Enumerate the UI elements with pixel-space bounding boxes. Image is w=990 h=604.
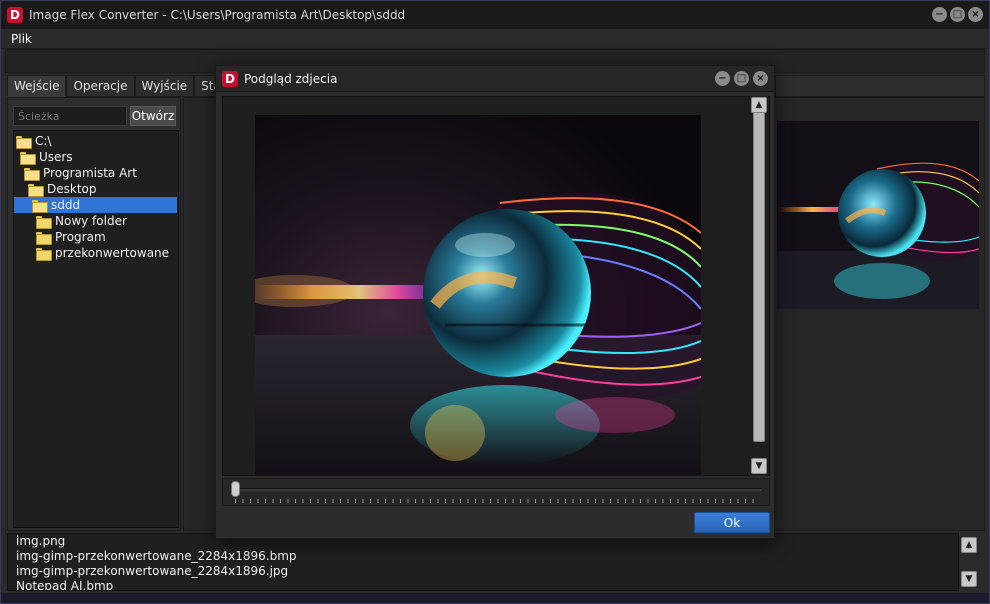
folder-open-icon — [28, 183, 44, 197]
main-window: D Image Flex Converter - C:\Users\Progra… — [0, 0, 990, 604]
tree-item-label: Programista Art — [43, 166, 137, 180]
ok-button[interactable]: Ok — [694, 512, 770, 533]
menu-bar: Plik — [1, 29, 989, 49]
close-icon[interactable]: × — [968, 7, 983, 22]
folder-open-icon — [24, 167, 40, 181]
maximize-icon[interactable]: □ — [950, 7, 965, 22]
tree-item-nowy-folder[interactable]: Nowy folder — [36, 213, 127, 229]
dialog-title-bar[interactable]: D Podgląd zdjecia − □ × — [216, 66, 774, 92]
app-logo-icon: D — [222, 70, 238, 87]
folder-icon — [36, 247, 52, 261]
app-logo-icon: D — [7, 7, 23, 23]
tab-operations[interactable]: Operacje — [66, 75, 135, 97]
tab-strip: Wejście Operacje Wyjście Stan — [7, 75, 236, 97]
slider-ticks — [235, 499, 759, 503]
scroll-up-icon[interactable]: ▲ — [961, 537, 977, 553]
tree-item-label: Program — [55, 230, 106, 244]
folder-icon — [36, 231, 52, 245]
tree-item-przekonwertowane[interactable]: przekonwertowane — [36, 245, 169, 261]
image-viewport[interactable] — [222, 96, 770, 476]
input-panel: Otwórz C:\ Users Programista Art Desktop… — [7, 97, 181, 531]
folder-open-icon — [32, 199, 48, 213]
scroll-thumb[interactable] — [753, 112, 765, 442]
list-item[interactable]: img-gimp-przekonwertowane_2284x1896.jpg — [8, 564, 958, 579]
tree-item-users[interactable]: Users — [20, 149, 73, 165]
tree-item-label: sddd — [51, 198, 81, 212]
menu-file[interactable]: Plik — [11, 32, 32, 46]
maximize-icon[interactable]: □ — [734, 71, 749, 86]
tab-input[interactable]: Wejście — [7, 75, 67, 97]
zoom-slider[interactable] — [222, 478, 770, 506]
folder-tree: C:\ Users Programista Art Desktop sddd N… — [13, 130, 179, 528]
scroll-down-icon[interactable]: ▼ — [961, 571, 977, 587]
tree-item-programista-art[interactable]: Programista Art — [24, 165, 137, 181]
tree-item-label: przekonwertowane — [55, 246, 170, 260]
file-list[interactable]: img.png img-gimp-przekonwertowane_2284x1… — [7, 533, 959, 591]
file-list-scrollbar[interactable]: ▲ ▼ — [959, 533, 979, 591]
image-vertical-scrollbar[interactable]: ▲ ▼ — [750, 96, 768, 476]
folder-open-icon — [16, 135, 32, 149]
folder-open-icon — [20, 151, 36, 165]
slider-track — [233, 488, 761, 491]
tree-item-label: Nowy folder — [55, 214, 127, 228]
tree-item-c[interactable]: C:\ — [16, 133, 51, 149]
status-bar — [1, 593, 989, 603]
preview-header — [775, 75, 985, 97]
tree-item-label: C:\ — [35, 134, 52, 148]
preview-image — [255, 115, 701, 475]
folder-icon — [36, 215, 52, 229]
minimize-icon[interactable]: − — [715, 71, 730, 86]
path-input[interactable] — [13, 106, 127, 126]
minimize-icon[interactable]: − — [932, 7, 947, 22]
open-button[interactable]: Otwórz — [130, 106, 176, 126]
window-title: Image Flex Converter - C:\Users\Programi… — [29, 8, 406, 22]
tab-output[interactable]: Wyjście — [134, 75, 195, 97]
tree-item-label: Desktop — [47, 182, 97, 196]
close-icon[interactable]: × — [753, 71, 768, 86]
scroll-down-icon[interactable]: ▼ — [751, 458, 767, 474]
slider-handle[interactable] — [231, 481, 240, 497]
list-item[interactable]: img-gimp-przekonwertowane_2284x1896.bmp — [8, 549, 958, 564]
list-item[interactable]: Notepad AI.bmp — [8, 579, 958, 590]
tree-item-label: Users — [39, 150, 73, 164]
dialog-title: Podgląd zdjecia — [244, 71, 338, 86]
image-preview-dialog: D Podgląd zdjecia − □ × ▲ ▼ Ok — [215, 65, 775, 539]
tree-item-program[interactable]: Program — [36, 229, 106, 245]
title-bar[interactable]: D Image Flex Converter - C:\Users\Progra… — [1, 1, 989, 29]
tree-item-desktop[interactable]: Desktop — [28, 181, 97, 197]
tree-item-sddd[interactable]: sddd — [14, 197, 177, 213]
background-image-preview — [777, 121, 979, 309]
scroll-up-icon[interactable]: ▲ — [751, 97, 767, 113]
